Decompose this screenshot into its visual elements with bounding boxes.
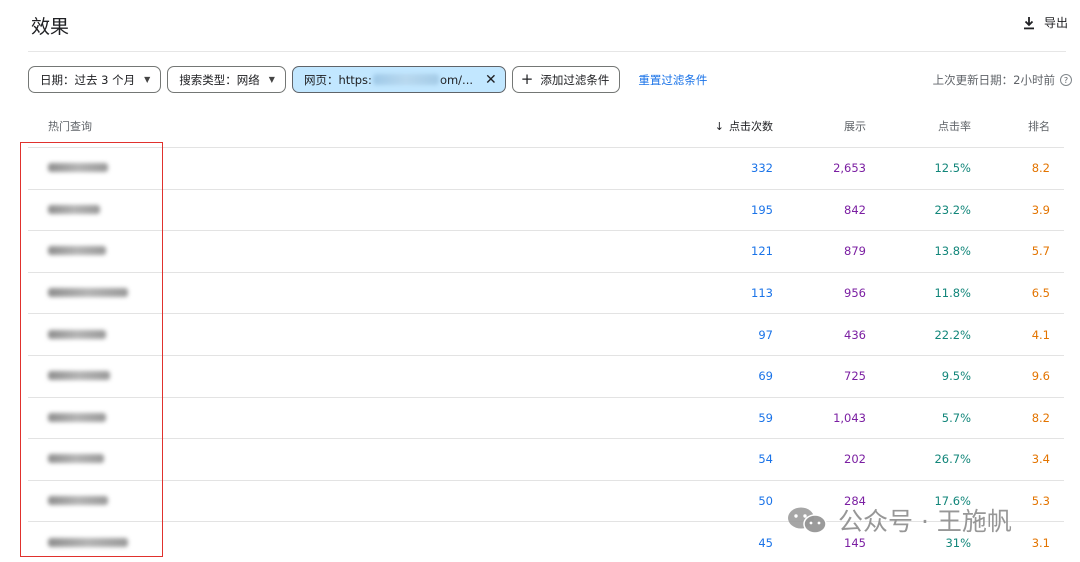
search-type-filter-chip[interactable]: 搜索类型：网络 ▼	[167, 66, 286, 93]
export-button[interactable]: 导出	[1022, 14, 1068, 31]
position-cell: 4.1	[1031, 327, 1050, 342]
column-header-clicks-label: 点击次数	[729, 119, 773, 133]
position-cell: 3.4	[1031, 452, 1050, 467]
redacted-query	[28, 536, 683, 550]
redacted-query	[28, 161, 683, 175]
impressions-cell: 725	[844, 369, 866, 384]
column-header-position[interactable]: 排名	[971, 118, 1064, 134]
watermark-text: 公众号 · 王施帆	[838, 507, 1012, 536]
ctr-cell: 26.7%	[934, 452, 971, 467]
add-filter-label: 添加过滤条件	[540, 72, 610, 87]
ctr-cell: 23.2%	[934, 202, 971, 217]
last-updated: 上次更新日期：2小时前 ?	[933, 72, 1072, 88]
column-header-query[interactable]: 热门查询	[28, 118, 683, 134]
ctr-cell: 9.5%	[941, 369, 971, 384]
clicks-cell: 59	[758, 410, 773, 425]
help-icon[interactable]: ?	[1060, 74, 1072, 86]
reset-filters-link[interactable]: 重置过滤条件	[638, 72, 707, 88]
impressions-cell: 842	[844, 202, 866, 217]
table-row[interactable]: 97 436 22.2% 4.1	[28, 314, 1064, 356]
clicks-cell: 97	[758, 327, 773, 342]
date-filter-label: 日期：过去 3 个月	[40, 72, 136, 87]
ctr-cell: 11.8%	[934, 286, 971, 301]
impressions-cell: 956	[844, 286, 866, 301]
wechat-icon	[788, 507, 827, 534]
redacted-query	[28, 369, 683, 383]
table-row[interactable]: 113 956 11.8% 6.5	[28, 273, 1064, 315]
clicks-cell: 54	[758, 452, 773, 467]
clicks-cell: 69	[758, 369, 773, 384]
queries-table: 热门查询 ↓ 点击次数 展示 点击率 排名 332 2,653 12.5% 8.2…	[28, 104, 1064, 562]
download-icon	[1023, 16, 1034, 29]
position-cell: 6.5	[1031, 286, 1050, 301]
add-filter-button[interactable]: + 添加过滤条件	[511, 66, 621, 93]
position-cell: 9.6	[1031, 369, 1050, 384]
impressions-cell: 1,043	[833, 410, 866, 425]
plus-icon: +	[520, 70, 534, 88]
redacted-query	[28, 328, 683, 342]
filter-bar: 日期：过去 3 个月 ▼ 搜索类型：网络 ▼ 网页：https: om/... …	[28, 66, 707, 93]
caret-down-icon: ▼	[144, 75, 151, 84]
impressions-cell: 202	[844, 452, 866, 467]
clicks-cell: 45	[758, 535, 773, 550]
clicks-cell: 332	[751, 161, 773, 176]
ctr-cell: 5.7%	[941, 410, 971, 425]
redacted-query	[28, 452, 683, 466]
export-label: 导出	[1043, 16, 1068, 30]
page-filter-suffix: om/...	[439, 72, 474, 87]
redacted-query	[28, 244, 683, 258]
position-cell: 3.9	[1031, 202, 1050, 217]
redacted-url	[372, 74, 439, 85]
redacted-query	[28, 203, 683, 217]
clicks-cell: 113	[751, 286, 773, 301]
clicks-cell: 50	[758, 494, 773, 509]
redacted-query	[28, 494, 683, 508]
table-row[interactable]: 121 879 13.8% 5.7	[28, 231, 1064, 273]
watermark: 公众号 · 王施帆	[786, 502, 1012, 538]
redacted-query	[28, 286, 683, 300]
header-divider	[28, 51, 1066, 52]
page-title: 效果	[31, 16, 70, 38]
close-icon[interactable]: ✕	[485, 72, 497, 88]
table-row[interactable]: 59 1,043 5.7% 8.2	[28, 398, 1064, 440]
impressions-cell: 2,653	[833, 161, 866, 176]
clicks-cell: 121	[751, 244, 773, 259]
column-header-impressions[interactable]: 展示	[773, 118, 866, 134]
search-type-filter-label: 搜索类型：网络	[179, 72, 260, 87]
caret-down-icon: ▼	[268, 75, 275, 84]
ctr-cell: 22.2%	[934, 327, 971, 342]
ctr-cell: 13.8%	[934, 244, 971, 259]
ctr-cell: 12.5%	[934, 161, 971, 176]
position-cell: 8.2	[1031, 161, 1050, 176]
table-row[interactable]: 332 2,653 12.5% 8.2	[28, 148, 1064, 190]
table-row[interactable]: 195 842 23.2% 3.9	[28, 190, 1064, 232]
impressions-cell: 879	[844, 244, 866, 259]
position-cell: 5.7	[1031, 244, 1050, 259]
last-updated-text: 上次更新日期：2小时前	[932, 73, 1055, 87]
table-row[interactable]: 69 725 9.5% 9.6	[28, 356, 1064, 398]
column-header-clicks[interactable]: ↓ 点击次数	[683, 118, 773, 134]
page-filter-chip[interactable]: 网页：https: om/... ✕	[291, 66, 506, 93]
position-cell: 8.2	[1031, 410, 1050, 425]
table-header: 热门查询 ↓ 点击次数 展示 点击率 排名	[28, 104, 1064, 148]
impressions-cell: 436	[844, 327, 866, 342]
page-filter-prefix: 网页：https:	[303, 72, 372, 87]
clicks-cell: 195	[751, 202, 773, 217]
column-header-ctr[interactable]: 点击率	[866, 118, 971, 134]
date-filter-chip[interactable]: 日期：过去 3 个月 ▼	[28, 66, 162, 93]
arrow-down-icon: ↓	[714, 119, 724, 133]
redacted-query	[28, 411, 683, 425]
table-row[interactable]: 54 202 26.7% 3.4	[28, 439, 1064, 481]
